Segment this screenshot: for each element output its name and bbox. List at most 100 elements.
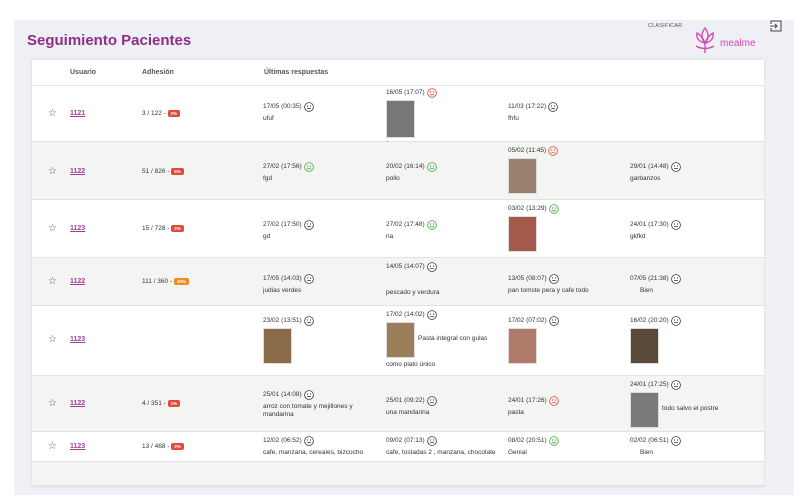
response-cell[interactable]: 25/01 (09:22) una mandarina (386, 396, 437, 417)
sort-label[interactable]: CLASIFICAR (648, 23, 682, 29)
neutral-face-icon (303, 436, 314, 446)
response-cell[interactable]: 17/05 (14:03) judias verdes (263, 274, 314, 295)
response-date: 09/02 (07:13) (386, 437, 425, 444)
adhesion-value: 13 / 468 - 2% (142, 443, 184, 450)
favorite-star-icon[interactable]: ☆ (48, 166, 57, 177)
favorite-star-icon[interactable]: ☆ (48, 398, 57, 409)
table-row: ☆ 1121 3 / 122 - 2% 17/05 (00:35) ufuf 16/05 … (32, 86, 764, 148)
response-cell[interactable]: 24/01 (17:25) todo salvo el postre (630, 380, 718, 428)
response-cell[interactable]: 24/01 (17:26) pasta (508, 396, 559, 417)
user-id-link[interactable]: 1122 (70, 400, 85, 407)
adhesion-value: 111 / 360 - 30% (142, 278, 189, 285)
response-text: fhfu (508, 115, 519, 122)
user-id-link[interactable]: 1123 (70, 443, 85, 450)
response-cell[interactable]: 29/01 (14:48) garbanzos (630, 162, 681, 183)
response-cell[interactable]: 27/02 (17:56) fgd (263, 162, 314, 183)
response-text: todo salvo el postre (662, 405, 719, 412)
table-row: ☆ 1123 23/02 (13:51) 17/02 (14:02) Pasta int… (32, 306, 764, 376)
neutral-face-icon (303, 220, 314, 230)
favorite-star-icon[interactable]: ☆ (48, 441, 57, 452)
response-date: 24/01 (17:30) (630, 221, 669, 228)
adhesion-count: 51 / 826 - (142, 168, 172, 176)
favorite-star-icon[interactable]: ☆ (48, 108, 57, 119)
favorite-star-icon[interactable]: ☆ (48, 334, 57, 345)
neutral-face-icon (548, 274, 559, 284)
adhesion-value: 51 / 826 - 6% (142, 168, 184, 175)
user-id-link[interactable]: 1122 (70, 278, 85, 285)
response-cell[interactable]: 03/02 (13:29) (508, 204, 559, 252)
adhesion-count: 13 / 468 - (142, 443, 172, 451)
user-id-link[interactable]: 1123 (70, 225, 85, 232)
response-cell[interactable]: 24/01 (17:30) gkfkd (630, 220, 681, 241)
adhesion-count: 4 / 351 - (142, 400, 168, 408)
response-cell[interactable]: 17/02 (14:02) Pasta integral con gulas com… (386, 310, 487, 369)
response-text: pan tomste pera y cafe todo (508, 287, 589, 294)
response-cell[interactable]: 08/02 (20:51) Genial (508, 436, 559, 457)
response-cell[interactable]: 25/01 (14:08) arroz con tomate y mejillon… (263, 390, 378, 419)
meal-photo[interactable] (508, 328, 537, 364)
happy-face-icon (426, 220, 437, 230)
sad-face-icon (548, 396, 559, 406)
table-row: ☆ 1123 13 / 468 - 2% 12/02 (06:52) cafe, man… (32, 432, 764, 462)
response-date: 27/02 (17:56) (263, 163, 302, 170)
meal-photo[interactable] (630, 328, 659, 364)
neutral-face-icon (303, 274, 314, 284)
neutral-face-icon (670, 380, 681, 390)
adhesion-value: 15 / 728 - 2% (142, 225, 184, 232)
response-cell[interactable]: 23/02 (13:51) (263, 316, 314, 364)
response-text: Pasta integral con gulas (418, 335, 488, 342)
adhesion-count: 111 / 360 - (142, 278, 174, 286)
response-text: cafe, manzana, cereales, bizcocho (263, 449, 364, 456)
meal-photo[interactable] (508, 158, 537, 194)
happy-face-icon (548, 204, 559, 214)
adhesion-count: 3 / 122 - (142, 110, 168, 118)
sad-face-icon (426, 88, 437, 98)
response-text: arroz con tomate y mejillones y mandarin… (263, 403, 353, 418)
neutral-face-icon (426, 262, 437, 272)
response-cell[interactable]: 20/02 (16:14) pollo (386, 162, 437, 183)
response-cell[interactable]: 11/03 (17:22) fhfu (508, 102, 558, 123)
response-cell[interactable]: 02/02 (06:51) Bien (630, 436, 681, 457)
meal-photo[interactable] (508, 216, 537, 252)
response-text: judias verdes (263, 287, 302, 294)
response-cell[interactable]: 13/05 (08:07) pan tomste pera y cafe todo (508, 274, 589, 295)
response-date: 27/02 (17:48) (386, 221, 425, 228)
neutral-face-icon (426, 396, 437, 406)
meal-photo[interactable] (630, 392, 659, 428)
adhesion-badge: 2% (167, 110, 181, 117)
happy-face-icon (426, 162, 437, 172)
favorite-star-icon[interactable]: ☆ (48, 223, 57, 234)
response-text: ufuf (263, 115, 274, 122)
response-date: 20/02 (16:14) (386, 163, 425, 170)
favorite-star-icon[interactable]: ☆ (48, 276, 57, 287)
user-id-link[interactable]: 1123 (70, 336, 85, 343)
response-text: Bien (640, 449, 654, 456)
response-cell[interactable]: 17/05 (00:35) ufuf (263, 102, 314, 123)
response-date: 17/05 (00:35) (263, 103, 302, 110)
table-row: ☆ 1122 111 / 360 - 30% 17/05 (14:03) judias … (32, 258, 764, 306)
adhesion-value: 4 / 351 - 1% (142, 400, 181, 408)
response-cell[interactable]: 16/02 (20:20) (630, 316, 681, 364)
meal-photo[interactable] (263, 328, 292, 364)
response-text: na (386, 233, 394, 240)
response-cell[interactable]: 12/02 (06:52) cafe, manzana, cereales, bi… (263, 436, 363, 457)
meal-photo[interactable] (386, 322, 415, 358)
response-cell[interactable]: 05/02 (11:45) (508, 146, 558, 194)
user-id-link[interactable]: 1121 (70, 110, 85, 117)
response-cell[interactable]: 27/02 (17:50) gd (263, 220, 314, 241)
scrollbar[interactable] (765, 60, 768, 486)
response-cell[interactable]: 07/05 (21:38) Bien (630, 274, 681, 295)
patients-table: Usuario Adhesión Últimas respuestas ☆ 112… (32, 60, 764, 486)
response-date: 25/01 (09:22) (386, 397, 425, 404)
response-cell[interactable]: 27/02 (17:48) na (386, 220, 437, 241)
response-text: fgd (263, 175, 273, 182)
response-cell[interactable]: 09/02 (07:13) cafe, tostadas 2 , manzana,… (386, 436, 495, 457)
response-date: 17/02 (07:02) (508, 317, 547, 324)
meal-photo[interactable] (386, 100, 415, 138)
user-id-link[interactable]: 1122 (70, 168, 85, 175)
response-cell[interactable]: 14/05 (14:07) pescado y verdura (386, 262, 439, 297)
response-cell[interactable]: 17/02 (07:02) (508, 316, 559, 364)
response-cell[interactable]: 16/05 (17:07)fgg (386, 88, 437, 149)
logout-icon[interactable] (770, 20, 782, 32)
adhesion-badge: 1% (167, 400, 181, 407)
